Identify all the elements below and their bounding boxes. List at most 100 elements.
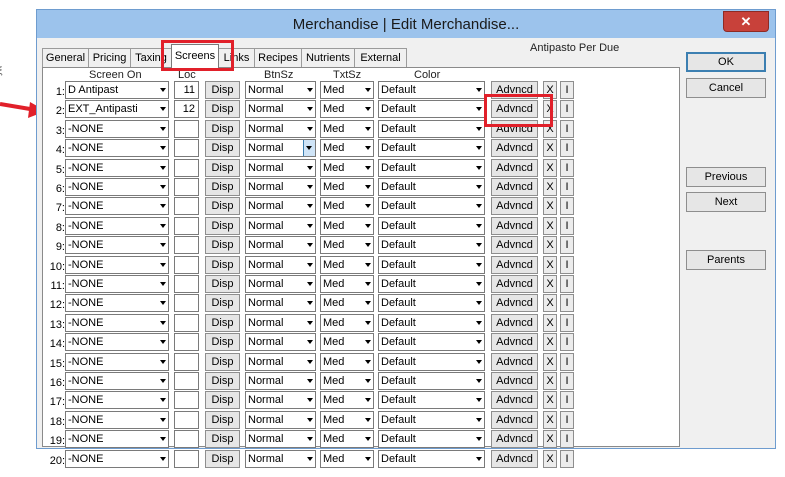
btnsz-select[interactable]: Normal	[245, 275, 316, 293]
disp-button[interactable]: Disp	[205, 450, 240, 468]
btnsz-select[interactable]: Normal	[245, 294, 316, 312]
btnsz-select[interactable]: Normal	[245, 217, 316, 235]
clear-x-button[interactable]: X	[543, 353, 557, 371]
btnsz-select[interactable]: Normal	[245, 159, 316, 177]
clear-x-button[interactable]: X	[543, 314, 557, 332]
disp-button[interactable]: Disp	[205, 275, 240, 293]
txtsz-select[interactable]: Med	[320, 353, 374, 371]
parents-button[interactable]: Parents	[686, 250, 766, 270]
info-i-button[interactable]: I	[560, 411, 574, 429]
tab-recipes[interactable]: Recipes	[254, 48, 302, 67]
txtsz-select[interactable]: Med	[320, 411, 374, 429]
screen-on-select[interactable]: -NONE	[65, 333, 169, 351]
color-select[interactable]: Default	[378, 411, 485, 429]
advncd-button[interactable]: Advncd	[491, 294, 538, 312]
txtsz-select[interactable]: Med	[320, 236, 374, 254]
advncd-button[interactable]: Advncd	[491, 333, 538, 351]
screen-on-select[interactable]: EXT_Antipasti	[65, 100, 169, 118]
color-select[interactable]: Default	[378, 372, 485, 390]
info-i-button[interactable]: I	[560, 197, 574, 215]
advncd-button[interactable]: Advncd	[491, 236, 538, 254]
clear-x-button[interactable]: X	[543, 294, 557, 312]
loc-field[interactable]	[174, 411, 199, 429]
disp-button[interactable]: Disp	[205, 353, 240, 371]
screen-on-select[interactable]: -NONE	[65, 294, 169, 312]
advncd-button[interactable]: Advncd	[491, 391, 538, 409]
next-button[interactable]: Next	[686, 192, 766, 212]
loc-field[interactable]	[174, 275, 199, 293]
color-select[interactable]: Default	[378, 100, 485, 118]
advncd-button[interactable]: Advncd	[491, 120, 538, 138]
advncd-button[interactable]: Advncd	[491, 314, 538, 332]
tab-screens[interactable]: Screens	[171, 44, 219, 68]
tab-general[interactable]: General	[42, 48, 89, 67]
loc-field[interactable]	[174, 372, 199, 390]
clear-x-button[interactable]: X	[543, 333, 557, 351]
info-i-button[interactable]: I	[560, 294, 574, 312]
txtsz-select[interactable]: Med	[320, 178, 374, 196]
info-i-button[interactable]: I	[560, 314, 574, 332]
loc-field[interactable]	[174, 256, 199, 274]
screen-on-select[interactable]: -NONE	[65, 120, 169, 138]
clear-x-button[interactable]: X	[543, 391, 557, 409]
clear-x-button[interactable]: X	[543, 217, 557, 235]
advncd-button[interactable]: Advncd	[491, 450, 538, 468]
advncd-button[interactable]: Advncd	[491, 159, 538, 177]
screen-on-select[interactable]: -NONE	[65, 217, 169, 235]
btnsz-select[interactable]: Normal	[245, 197, 316, 215]
clear-x-button[interactable]: X	[543, 430, 557, 448]
info-i-button[interactable]: I	[560, 256, 574, 274]
previous-button[interactable]: Previous	[686, 167, 766, 187]
txtsz-select[interactable]: Med	[320, 333, 374, 351]
tab-nutrients[interactable]: Nutrients	[301, 48, 355, 67]
info-i-button[interactable]: I	[560, 275, 574, 293]
disp-button[interactable]: Disp	[205, 391, 240, 409]
advncd-button[interactable]: Advncd	[491, 178, 538, 196]
clear-x-button[interactable]: X	[543, 159, 557, 177]
disp-button[interactable]: Disp	[205, 372, 240, 390]
btnsz-select[interactable]: Normal	[245, 391, 316, 409]
info-i-button[interactable]: I	[560, 372, 574, 390]
disp-button[interactable]: Disp	[205, 81, 240, 99]
color-select[interactable]: Default	[378, 430, 485, 448]
color-select[interactable]: Default	[378, 294, 485, 312]
clear-x-button[interactable]: X	[543, 236, 557, 254]
screen-on-select[interactable]: -NONE	[65, 353, 169, 371]
clear-x-button[interactable]: X	[543, 178, 557, 196]
txtsz-select[interactable]: Med	[320, 275, 374, 293]
color-select[interactable]: Default	[378, 81, 485, 99]
color-select[interactable]: Default	[378, 353, 485, 371]
btnsz-select[interactable]: Normal	[245, 81, 316, 99]
info-i-button[interactable]: I	[560, 159, 574, 177]
disp-button[interactable]: Disp	[205, 159, 240, 177]
advncd-button[interactable]: Advncd	[491, 217, 538, 235]
color-select[interactable]: Default	[378, 236, 485, 254]
disp-button[interactable]: Disp	[205, 411, 240, 429]
screen-on-select[interactable]: -NONE	[65, 236, 169, 254]
btnsz-select[interactable]: Normal	[245, 236, 316, 254]
advncd-button[interactable]: Advncd	[491, 353, 538, 371]
disp-button[interactable]: Disp	[205, 217, 240, 235]
color-select[interactable]: Default	[378, 217, 485, 235]
loc-field[interactable]	[174, 314, 199, 332]
btnsz-select[interactable]: Normal	[245, 333, 316, 351]
info-i-button[interactable]: I	[560, 178, 574, 196]
info-i-button[interactable]: I	[560, 139, 574, 157]
clear-x-button[interactable]: X	[543, 120, 557, 138]
screen-on-select[interactable]: D Antipast	[65, 81, 169, 99]
advncd-button[interactable]: Advncd	[491, 100, 538, 118]
screen-on-select[interactable]: -NONE	[65, 256, 169, 274]
clear-x-button[interactable]: X	[543, 411, 557, 429]
info-i-button[interactable]: I	[560, 333, 574, 351]
loc-field[interactable]: 11	[174, 81, 199, 99]
btnsz-select[interactable]: Normal	[245, 120, 316, 138]
advncd-button[interactable]: Advncd	[491, 139, 538, 157]
advncd-button[interactable]: Advncd	[491, 372, 538, 390]
txtsz-select[interactable]: Med	[320, 450, 374, 468]
screen-on-select[interactable]: -NONE	[65, 275, 169, 293]
btnsz-select[interactable]: Normal	[245, 372, 316, 390]
tab-external[interactable]: External	[354, 48, 407, 67]
advncd-button[interactable]: Advncd	[491, 81, 538, 99]
info-i-button[interactable]: I	[560, 81, 574, 99]
btnsz-select[interactable]: Normal	[245, 178, 316, 196]
